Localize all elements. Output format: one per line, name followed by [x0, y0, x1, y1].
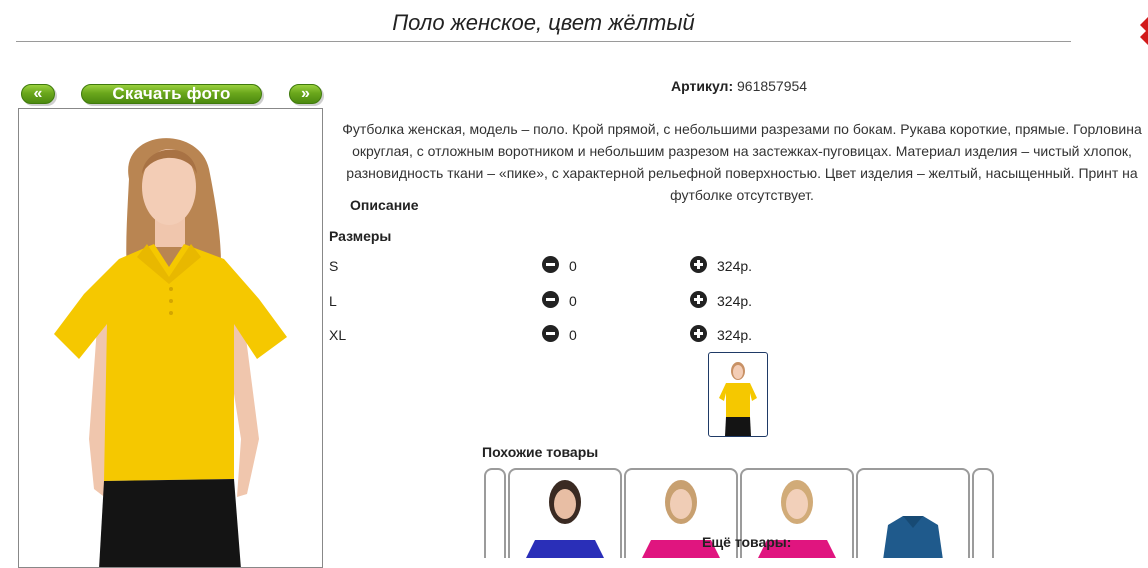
article-number: Артикул: 961857954	[671, 78, 807, 94]
size-row-xl: XL 0 324р.	[329, 325, 829, 345]
similar-product-card[interactable]	[508, 468, 622, 558]
logo-icon	[1140, 17, 1148, 45]
quantity-value: 0	[569, 293, 577, 309]
price-value: 324р.	[717, 293, 753, 309]
thumbnail-image	[719, 362, 757, 436]
prev-photo-button[interactable]: «	[21, 84, 55, 104]
next-photo-button[interactable]: »	[289, 84, 322, 104]
quantity-value: 0	[569, 258, 577, 274]
minus-icon[interactable]	[542, 256, 559, 273]
page-title: Поло женское, цвет жёлтый	[392, 10, 695, 35]
download-photo-button[interactable]: Скачать фото	[81, 84, 262, 104]
similar-denim-shirt-image	[883, 516, 943, 558]
quantity-value: 0	[569, 327, 577, 343]
similar-scroll-right[interactable]	[972, 468, 994, 558]
size-row-l: L 0 324р.	[329, 291, 829, 311]
size-label: L	[329, 293, 337, 309]
article-label: Артикул:	[671, 78, 734, 94]
price-value: 324р.	[717, 327, 753, 343]
similar-blue-polo-image	[526, 480, 604, 558]
main-product-photo[interactable]	[18, 108, 323, 568]
model-yellow-polo-image	[54, 138, 287, 567]
product-description: Футболка женская, модель – поло. Крой пр…	[342, 121, 1142, 203]
article-value: 961857954	[737, 78, 808, 94]
size-row-s: S 0 324р.	[329, 256, 829, 276]
minus-icon[interactable]	[542, 291, 559, 308]
sizes-heading: Размеры	[329, 228, 392, 244]
plus-icon[interactable]	[690, 256, 707, 273]
description-heading: Описание	[350, 197, 419, 213]
plus-icon[interactable]	[690, 325, 707, 342]
similar-scroll-left[interactable]	[484, 468, 506, 558]
photo-thumbnail[interactable]	[708, 352, 768, 437]
plus-icon[interactable]	[690, 291, 707, 308]
title-divider	[16, 41, 1071, 42]
size-label: XL	[329, 327, 347, 343]
similar-products-heading: Похожие товары	[482, 444, 599, 460]
price-value: 324р.	[717, 258, 753, 274]
more-products-heading: Ещё товары:	[702, 534, 792, 550]
size-label: S	[329, 258, 339, 274]
similar-product-card[interactable]	[856, 468, 970, 558]
minus-icon[interactable]	[542, 325, 559, 342]
